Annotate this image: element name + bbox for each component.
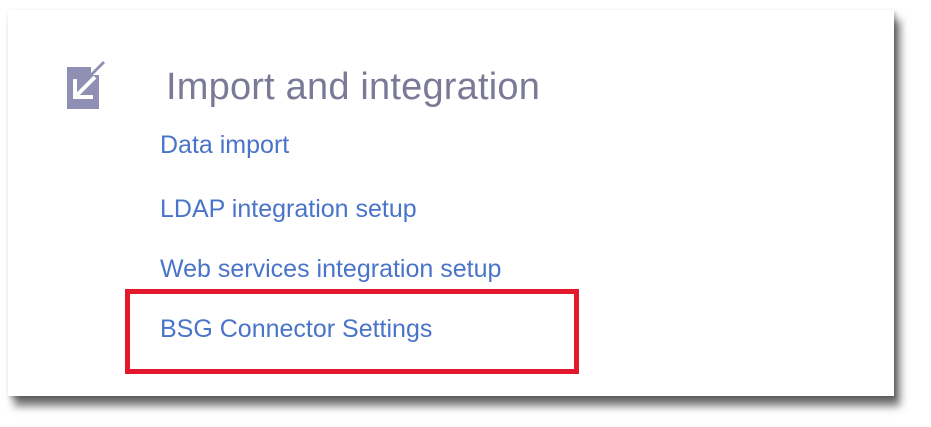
web-services-integration-setup-link[interactable]: Web services integration setup xyxy=(160,255,501,284)
data-import-link[interactable]: Data import xyxy=(160,131,289,160)
highlight-box xyxy=(125,289,579,374)
ldap-integration-setup-link[interactable]: LDAP integration setup xyxy=(160,195,417,224)
section-title: Import and integration xyxy=(166,66,541,108)
import-arrow-icon xyxy=(65,59,105,111)
